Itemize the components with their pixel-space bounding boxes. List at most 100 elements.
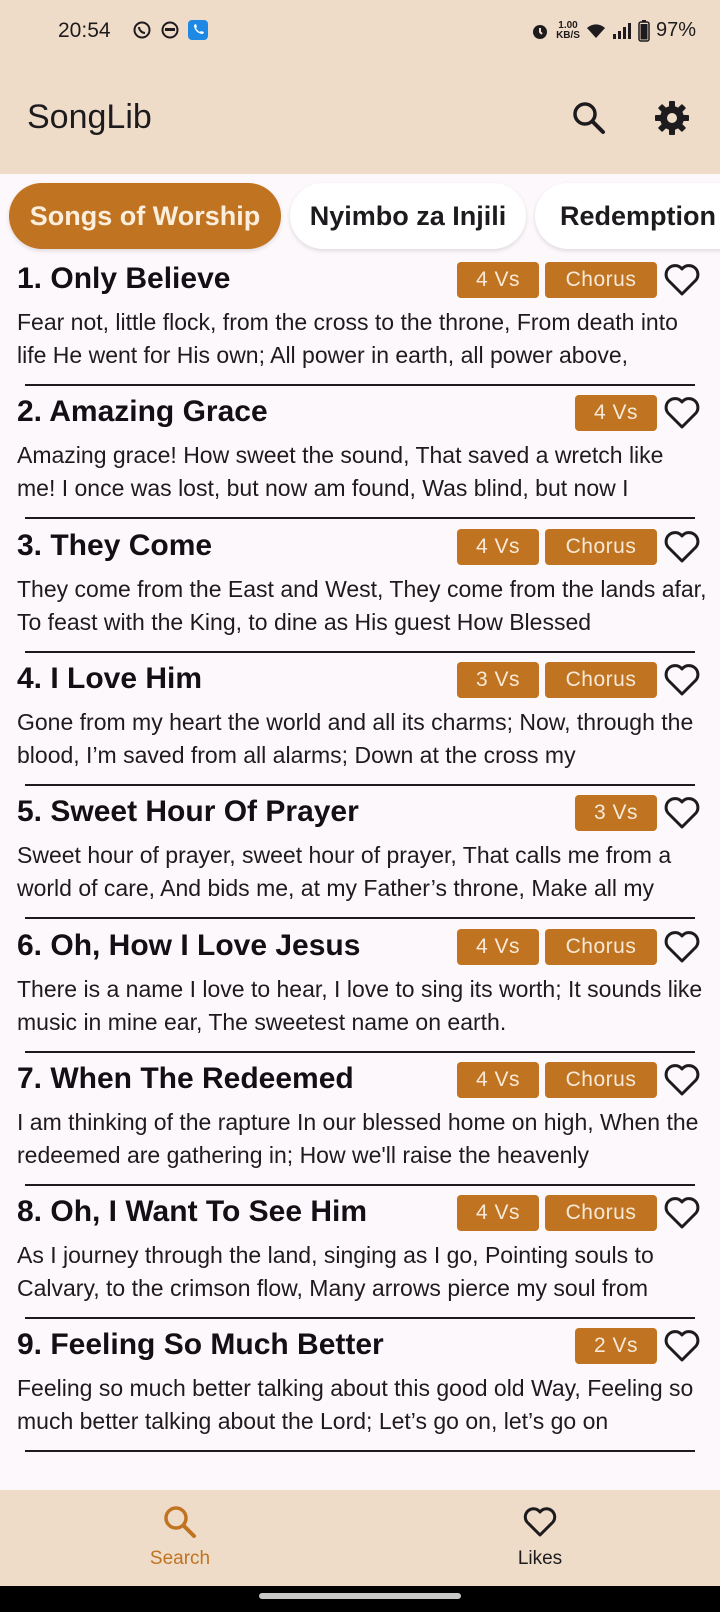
song-preview: Fear not, little flock, from the cross t… [17,309,678,368]
like-heart-icon[interactable] [662,927,702,967]
song-title: 3. They Come [17,528,213,562]
song-title: 9. Feeling So Much Better [17,1328,384,1362]
nav-likes[interactable]: Likes [360,1490,720,1586]
like-heart-icon[interactable] [662,527,702,567]
verse-count-badge: 4 Vs [575,395,657,432]
tab-songs-of-worship[interactable]: Songs of Worship [9,183,281,249]
divider [25,1317,695,1320]
verse-count-badge: 4 Vs [457,1061,539,1098]
nav-likes-label: Likes [517,1548,563,1569]
like-heart-icon[interactable] [662,260,702,300]
divider [25,917,695,920]
chorus-badge: Chorus [545,262,657,298]
network-speed-value: 1.00 [558,19,578,31]
divider [25,1050,695,1053]
song-title: 4. I Love Him [17,661,203,695]
status-notification-icons [132,20,208,40]
divider [25,1450,695,1453]
chorus-badge: Chorus [545,528,657,565]
status-system-icons: 1.00 KB/S 97% [530,19,696,42]
song-badges: 4 Vs Chorus [457,528,657,565]
song-preview: There is a name I love to hear, I love t… [17,975,703,1035]
heart-icon [523,1507,557,1537]
song-preview: I am thinking of the rapture In our bles… [17,1108,699,1168]
search-icon [164,1506,196,1538]
song-preview: As I journey through the land, singing a… [17,1242,654,1302]
verse-count-badge: 2 Vs [575,1328,657,1365]
like-heart-icon[interactable] [662,393,702,433]
tab-redemption[interactable]: Redemption [535,183,720,249]
face-icon [161,21,179,39]
song-title: 1. Only Believe [17,262,231,295]
home-gesture-handle[interactable] [259,1593,461,1599]
wifi-icon [586,23,605,38]
like-heart-icon[interactable] [662,660,702,700]
song-item[interactable]: 8. Oh, I Want To See Him 4 Vs Chorus As I j… [0,1191,720,1328]
song-item[interactable]: 9. Feeling So Much Better 2 Vs Feeling so … [0,1324,720,1461]
battery-icon [638,19,650,42]
song-item[interactable]: 2. Amazing Grace 4 Vs Amazing grace! How s… [0,391,720,528]
song-title: 5. Sweet Hour Of Prayer [17,795,359,829]
song-badges: 3 Vs [575,795,657,832]
bottom-navigation: Search Likes [0,1490,720,1586]
song-title: 8. Oh, I Want To See Him [17,1195,368,1229]
app-title: SongLib [27,98,152,136]
song-preview: Gone from my heart the world and all its… [17,708,694,768]
signal-icon [612,22,631,39]
divider [25,517,695,520]
song-badges: 3 Vs Chorus [457,661,657,698]
song-badges: 4 Vs Chorus [457,1195,657,1232]
chorus-badge: Chorus [545,661,657,698]
song-badges: 4 Vs Chorus [457,928,657,965]
network-speed: 1.00 KB/S [556,19,580,41]
settings-button[interactable] [648,94,696,142]
song-preview: Amazing grace! How sweet the sound, That… [17,442,664,502]
like-heart-icon[interactable] [662,793,702,833]
divider [25,650,695,653]
like-heart-icon[interactable] [662,1193,702,1233]
songbook-tabs: Songs of Worship Nyimbo za Injili Redemp… [0,174,720,258]
verse-count-badge: 3 Vs [457,661,539,698]
song-item[interactable]: 4. I Love Him 3 Vs Chorus Gone from my hear… [0,658,720,795]
song-preview: Feeling so much better talking about thi… [17,1375,694,1435]
song-item[interactable]: 7. When The Redeemed 4 Vs Chorus I am think… [0,1058,720,1195]
gesture-bar [0,1586,720,1612]
like-heart-icon[interactable] [662,1326,702,1366]
alarm-icon [533,24,548,39]
app-bar: SongLib [0,64,720,174]
chorus-badge: Chorus [545,928,657,965]
nav-search-label: Search [149,1548,211,1569]
song-item[interactable]: 1. Only Believe 4 Vs Chorus Fear not, littl… [0,258,720,395]
status-time: 20:54 [58,19,111,42]
song-list[interactable]: 1. Only Believe 4 Vs Chorus Fear not, littl… [0,258,720,1490]
battery-percent: 97% [655,19,696,41]
song-badges: 4 Vs [575,395,657,432]
song-title: 6. Oh, How I Love Jesus [17,928,361,962]
search-icon [573,102,605,134]
verse-count-badge: 4 Vs [457,928,539,965]
tab-nyimbo-za-injili[interactable]: Nyimbo za Injili [290,183,526,249]
divider [25,783,695,786]
song-item[interactable]: 3. They Come 4 Vs Chorus They come from the… [0,525,720,662]
chorus-badge: Chorus [545,1195,657,1232]
song-badges: 4 Vs Chorus [457,1061,657,1098]
verse-count-badge: 3 Vs [575,795,657,832]
song-preview: They come from the East and West, They c… [17,575,707,635]
song-badges: 4 Vs Chorus [457,262,657,298]
verse-count-badge: 4 Vs [457,1195,539,1232]
nav-search[interactable]: Search [0,1490,360,1586]
whatsapp-icon [133,21,151,39]
song-item[interactable]: 6. Oh, How I Love Jesus 4 Vs Chorus There i… [0,925,720,1062]
search-button[interactable] [565,94,613,142]
gear-icon [655,101,689,135]
song-item[interactable]: 5. Sweet Hour Of Prayer 3 Vs Sweet hour of… [0,791,720,928]
network-speed-unit: KB/S [556,29,580,41]
like-heart-icon[interactable] [662,1060,702,1100]
song-preview: Sweet hour of prayer, sweet hour of pray… [17,842,672,902]
song-badges: 2 Vs [575,1328,657,1365]
song-title: 2. Amazing Grace [17,395,268,429]
chorus-badge: Chorus [545,1061,657,1098]
status-bar: 20:54 1.00 KB/S 97% [0,0,720,64]
verse-count-badge: 4 Vs [457,528,539,565]
song-title: 7. When The Redeemed [17,1061,354,1095]
